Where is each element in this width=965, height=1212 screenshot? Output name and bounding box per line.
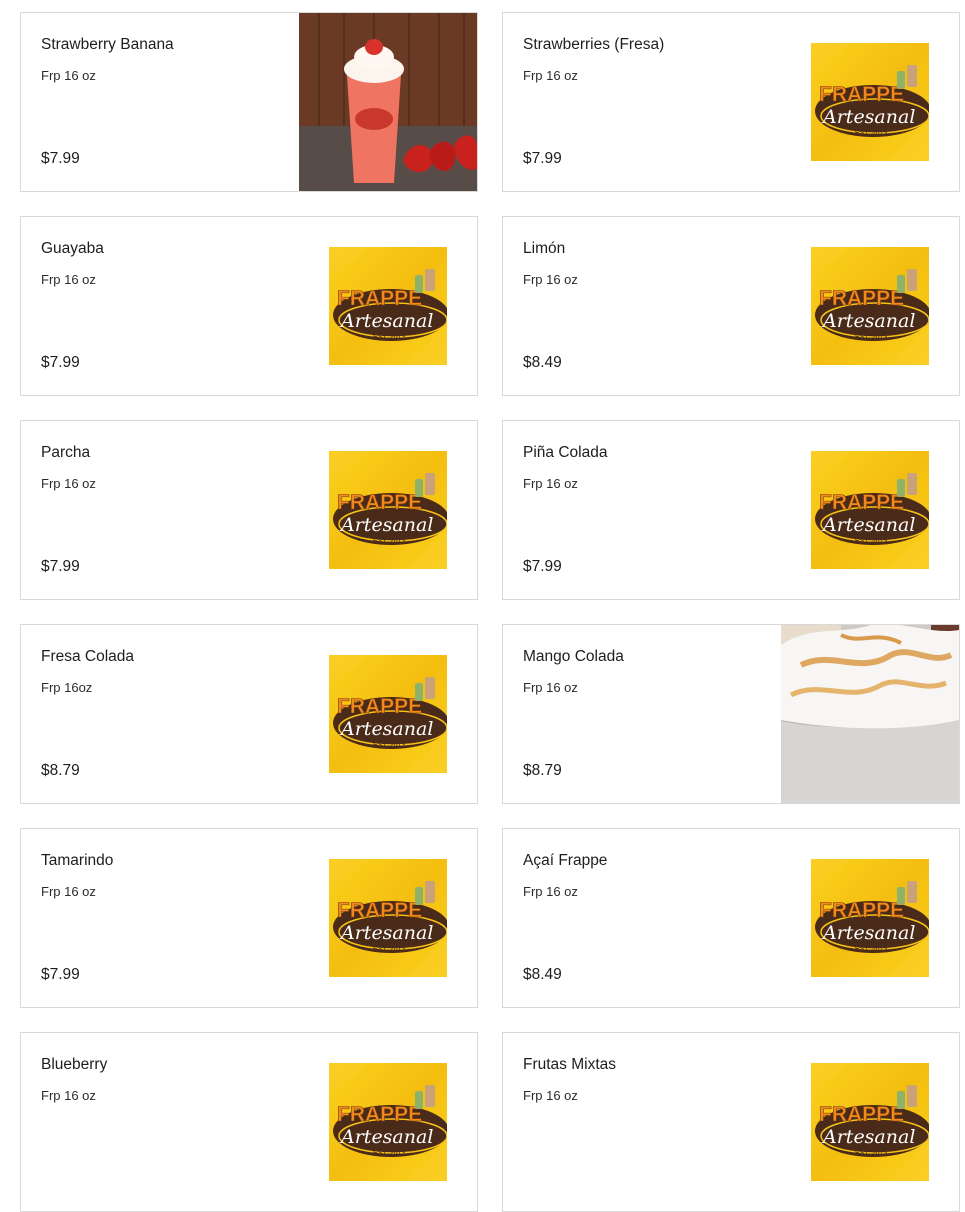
menu-item-card[interactable]: Guayaba Frp 16 oz $7.99 xyxy=(20,216,478,396)
item-description: Frp 16 oz xyxy=(523,68,578,83)
whipped-cream-cup-photo xyxy=(781,625,959,803)
item-price: $7.99 xyxy=(523,150,562,167)
item-description: Frp 16 oz xyxy=(523,272,578,287)
item-price: $8.49 xyxy=(523,354,562,371)
item-name: Blueberry xyxy=(41,1056,108,1073)
menu-item-card[interactable]: Mango Colada Frp 16 oz $8.79 xyxy=(502,624,960,804)
menu-item-card[interactable]: Strawberries (Fresa) Frp 16 oz $7.99 xyxy=(502,12,960,192)
item-name: Açaí Frappe xyxy=(523,852,608,869)
menu-item-card[interactable]: Fresa Colada Frp 16oz $8.79 xyxy=(20,624,478,804)
item-description: Frp 16 oz xyxy=(523,1088,578,1103)
frappe-artesanal-logo xyxy=(811,247,929,365)
frappe-artesanal-logo xyxy=(329,451,447,569)
item-description: Frp 16 oz xyxy=(41,476,96,491)
item-description: Frp 16 oz xyxy=(523,476,578,491)
item-name: Mango Colada xyxy=(523,648,624,665)
item-name: Guayaba xyxy=(41,240,104,257)
item-price: $8.49 xyxy=(523,966,562,983)
item-name: Strawberries (Fresa) xyxy=(523,36,665,53)
menu-item-card[interactable]: Piña Colada Frp 16 oz $7.99 xyxy=(502,420,960,600)
menu-item-card[interactable]: Parcha Frp 16 oz $7.99 xyxy=(20,420,478,600)
item-name: Piña Colada xyxy=(523,444,608,461)
item-description: Frp 16 oz xyxy=(41,272,96,287)
menu-item-card[interactable]: Frutas Mixtas Frp 16 oz xyxy=(502,1032,960,1212)
item-name: Frutas Mixtas xyxy=(523,1056,617,1073)
strawberry-frappe-photo xyxy=(299,13,477,191)
item-name: Tamarindo xyxy=(41,852,114,869)
item-description: Frp 16 oz xyxy=(41,1088,96,1103)
frappe-artesanal-logo xyxy=(811,43,929,161)
item-description: Frp 16 oz xyxy=(523,884,578,899)
menu-item-card[interactable]: Açaí Frappe Frp 16 oz $8.49 xyxy=(502,828,960,1008)
item-description: Frp 16 oz xyxy=(41,884,96,899)
menu-item-card[interactable]: Tamarindo Frp 16 oz $7.99 xyxy=(20,828,478,1008)
item-price: $7.99 xyxy=(41,966,80,983)
item-name: Limón xyxy=(523,240,566,257)
frappe-artesanal-logo xyxy=(329,247,447,365)
item-price: $7.99 xyxy=(523,558,562,575)
item-description: Frp 16 oz xyxy=(41,68,96,83)
frappe-artesanal-logo xyxy=(811,1063,929,1181)
frappe-artesanal-logo xyxy=(329,859,447,977)
menu-item-card[interactable]: Strawberry Banana Frp 16 oz $7.99 xyxy=(20,12,478,192)
menu-item-card[interactable]: Blueberry Frp 16 oz xyxy=(20,1032,478,1212)
item-name: Fresa Colada xyxy=(41,648,135,665)
menu-item-card[interactable]: Limón Frp 16 oz $8.49 xyxy=(502,216,960,396)
frappe-artesanal-logo xyxy=(811,451,929,569)
item-price: $7.99 xyxy=(41,354,80,371)
item-name: Parcha xyxy=(41,444,91,461)
item-description: Frp 16oz xyxy=(41,680,93,695)
item-price: $8.79 xyxy=(41,762,80,779)
item-price: $8.79 xyxy=(523,762,562,779)
frappe-artesanal-logo xyxy=(811,859,929,977)
frappe-artesanal-logo xyxy=(329,655,447,773)
item-price: $7.99 xyxy=(41,150,80,167)
item-price: $7.99 xyxy=(41,558,80,575)
item-description: Frp 16 oz xyxy=(523,680,578,695)
item-name: Strawberry Banana xyxy=(41,36,174,53)
frappe-artesanal-logo xyxy=(329,1063,447,1181)
